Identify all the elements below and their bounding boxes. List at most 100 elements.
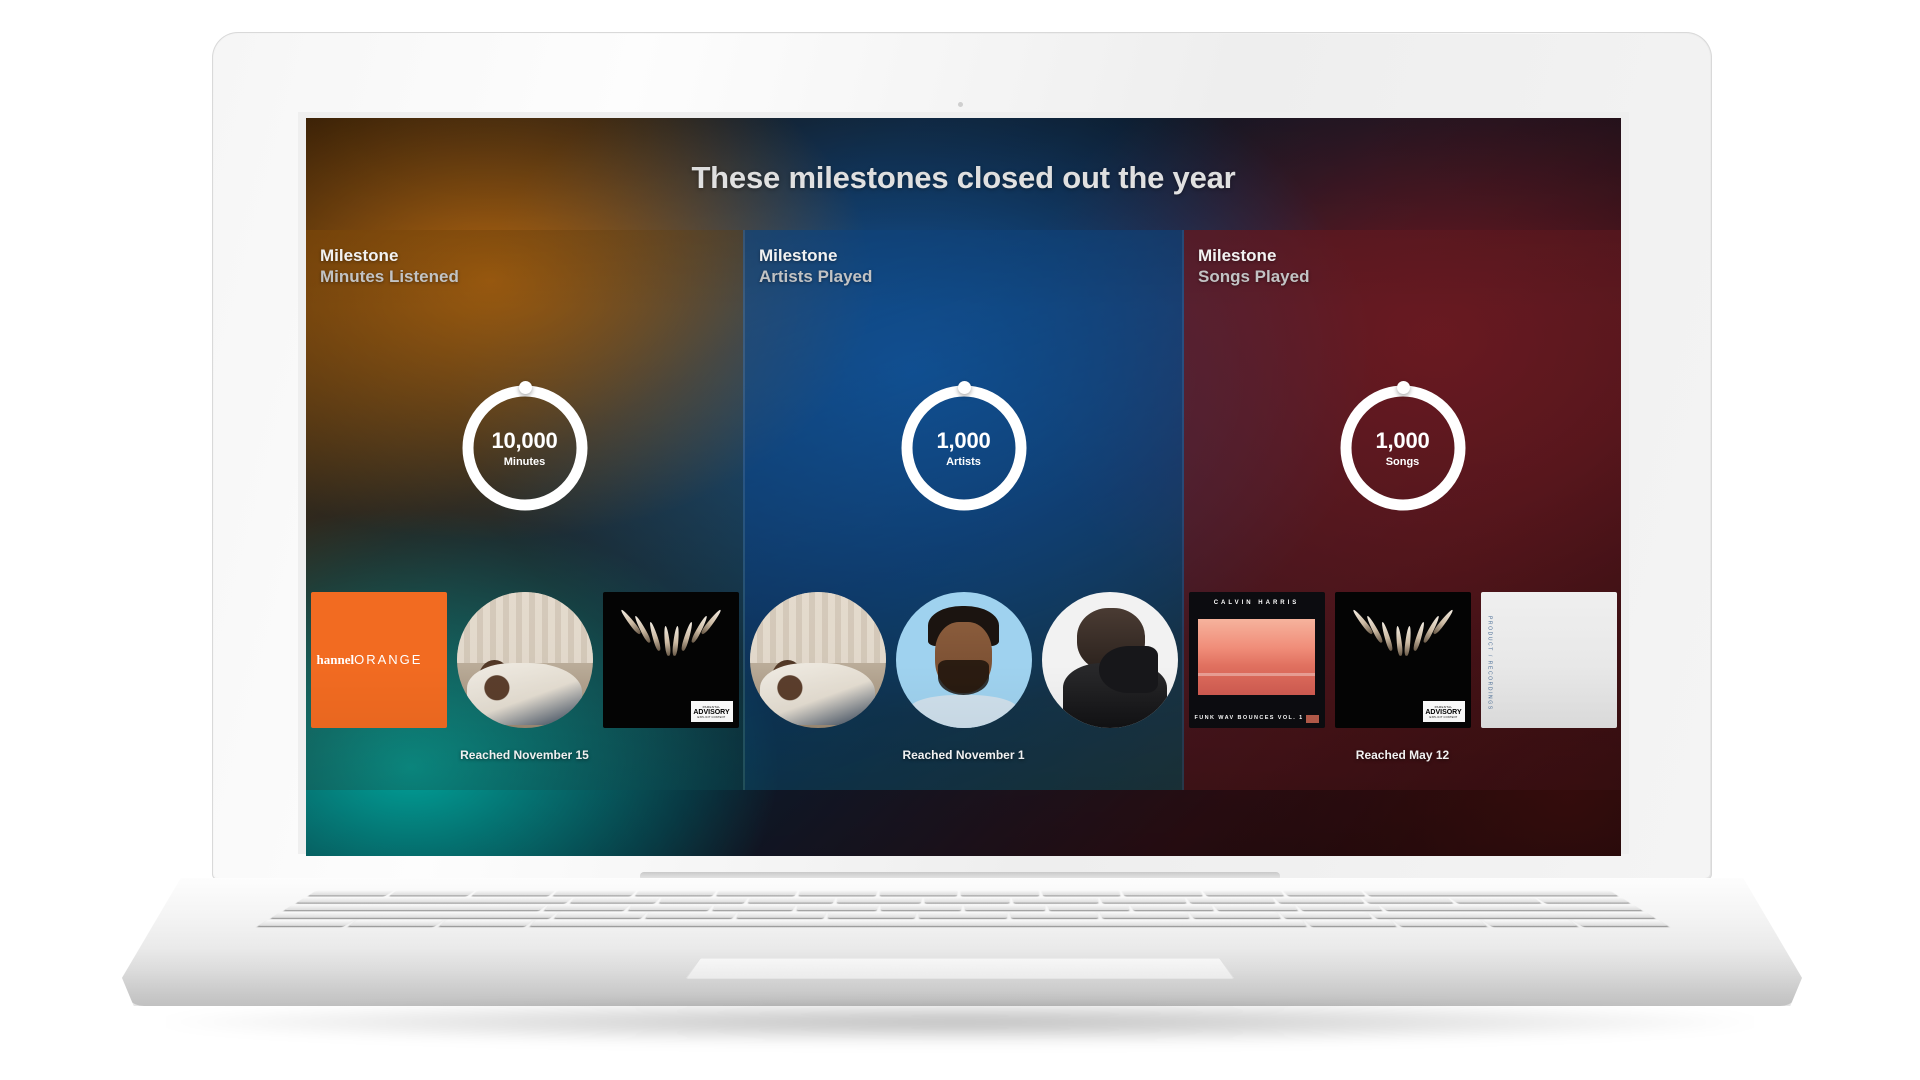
key	[796, 904, 878, 911]
album-art-black-panther[interactable]: PARENTAL ADVISORY EXPLICIT CONTENT	[602, 592, 739, 728]
key	[1363, 890, 1617, 896]
artwork-row	[745, 592, 1182, 728]
progress-ring-label: 1,000 Songs	[1339, 384, 1467, 512]
key	[1213, 904, 1298, 911]
ring-value: 10,000	[491, 428, 558, 453]
keyboard-row	[309, 890, 1617, 896]
ring-unit: Songs	[1385, 456, 1420, 468]
milestone-card-songs-played[interactable]: Milestone Songs Played 1,000 Songs CALVI…	[1184, 230, 1621, 790]
key	[1283, 890, 1365, 896]
key	[297, 897, 573, 903]
laptop-keyboard	[258, 890, 1668, 926]
key	[1100, 911, 1190, 918]
album-art-calvin-harris[interactable]: CALVIN HARRIS FUNK WAV BOUNCES VOL. 1	[1188, 592, 1325, 728]
key	[645, 911, 736, 918]
milestone-card-artists-played[interactable]: Milestone Artists Played 1,000 Artists R…	[743, 230, 1184, 790]
reached-date: Reached November 1	[902, 748, 1025, 762]
key	[716, 890, 797, 896]
key	[284, 904, 547, 911]
artist-avatar-drake[interactable]	[1041, 592, 1178, 728]
album-title: FUNK WAV BOUNCES VOL. 1	[1194, 715, 1304, 721]
key	[836, 897, 922, 903]
artist-avatar-frank[interactable]	[895, 592, 1032, 728]
card-header: Milestone Artists Played	[759, 246, 872, 289]
album-art-photo-lying[interactable]	[456, 592, 593, 728]
milestone-kicker: Milestone	[320, 246, 399, 265]
key	[1361, 897, 1452, 903]
ring-value: 1,000	[1375, 428, 1430, 453]
key	[1190, 911, 1281, 918]
laptop-shadow	[160, 1000, 1760, 1044]
card-header: Milestone Minutes Listened	[320, 246, 459, 289]
key	[1379, 904, 1642, 911]
artwork-row: hannelORANGE PARENTAL ADVISORY EXPLICIT …	[306, 592, 743, 728]
key	[1449, 897, 1541, 903]
parental-advisory-icon	[1305, 715, 1319, 723]
key	[1130, 904, 1214, 911]
album-photo	[1198, 619, 1315, 696]
key	[554, 911, 646, 918]
avatar-beard	[937, 660, 990, 696]
claw-icon	[671, 625, 680, 657]
key	[961, 890, 1039, 896]
artwork-row: CALVIN HARRIS FUNK WAV BOUNCES VOL. 1 PA…	[1184, 592, 1621, 728]
key	[439, 919, 532, 926]
keyboard-row	[284, 904, 1642, 911]
progress-ring: 1,000 Artists	[900, 381, 1028, 512]
key	[553, 890, 636, 896]
artist-avatar-photo-lying[interactable]	[749, 592, 886, 728]
key	[1012, 897, 1098, 903]
album-art-black-panther[interactable]: PARENTAL ADVISORY EXPLICIT CONTENT	[1334, 592, 1471, 728]
key	[628, 904, 713, 911]
album-art-partial[interactable]: PRODUCT / RECORDINGS	[1480, 592, 1617, 728]
key	[635, 890, 717, 896]
claw-icon	[1394, 625, 1403, 657]
card-header: Milestone Songs Played	[1198, 246, 1309, 289]
milestone-cards: Milestone Minutes Listened 10,000 Minute…	[306, 230, 1621, 790]
key	[659, 897, 748, 903]
advisory-mid: ADVISORY	[693, 708, 730, 716]
laptop-mockup: These milestones closed out the year Mil…	[0, 0, 1920, 1080]
avatar-arm	[1098, 646, 1159, 693]
key	[348, 919, 443, 926]
album-title-light: ORANGE	[354, 652, 423, 667]
milestone-card-minutes-listened[interactable]: Milestone Minutes Listened 10,000 Minute…	[306, 230, 743, 790]
key	[544, 904, 630, 911]
advisory-mid: ADVISORY	[1425, 708, 1462, 716]
key	[965, 904, 1045, 911]
key	[712, 904, 796, 911]
key	[1274, 897, 1364, 903]
claw-icon	[679, 621, 694, 652]
milestone-name: Minutes Listened	[320, 267, 459, 287]
ring-value: 1,000	[936, 428, 991, 453]
key	[1296, 904, 1382, 911]
key	[828, 911, 916, 918]
ring-unit: Artists	[946, 456, 981, 468]
key	[1536, 897, 1629, 903]
album-artist: CALVIN HARRIS	[1213, 600, 1300, 606]
ring-unit: Minutes	[503, 456, 546, 468]
progress-ring: 10,000 Minutes	[461, 381, 589, 512]
key	[309, 890, 395, 896]
album-art-channel-orange[interactable]: hannelORANGE	[310, 592, 447, 728]
key	[1369, 911, 1655, 918]
key	[571, 897, 660, 903]
reached-date: Reached May 12	[1355, 748, 1450, 762]
keyboard-row	[297, 897, 1629, 903]
album-title: hannelORANGE	[317, 652, 423, 668]
key	[748, 897, 835, 903]
key	[1122, 890, 1202, 896]
webcam-icon	[958, 102, 963, 107]
key	[1047, 904, 1130, 911]
claw-icon	[1411, 621, 1426, 652]
key	[880, 904, 961, 911]
key	[258, 919, 354, 926]
claw-icon	[1379, 621, 1394, 652]
spacebar-key	[529, 919, 1306, 926]
claw-icon	[1403, 625, 1412, 657]
album-spine-text: PRODUCT / RECORDINGS	[1486, 616, 1493, 712]
key	[925, 897, 1010, 903]
album-title-bold: hannel	[316, 652, 355, 667]
avatar-hood	[909, 695, 1018, 728]
reached-date: Reached November 15	[460, 748, 589, 762]
